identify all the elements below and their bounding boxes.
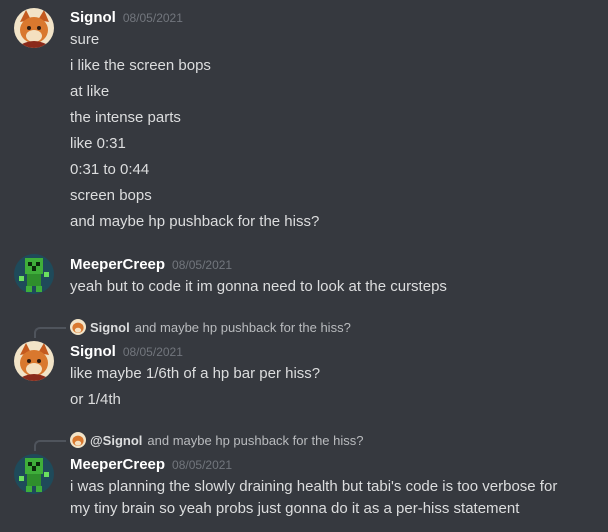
reply-text: and maybe hp pushback for the hiss? xyxy=(147,432,364,448)
reply-author: Signol xyxy=(90,319,130,335)
creeper-avatar-icon[interactable] xyxy=(14,454,54,494)
reply-text: and maybe hp pushback for the hiss? xyxy=(134,319,351,335)
timestamp: 08/05/2021 xyxy=(172,458,233,472)
reply-preview[interactable]: @Signol and maybe hp pushback for the hi… xyxy=(70,432,364,448)
message-line: like 0:31 xyxy=(70,135,126,152)
fox-avatar-icon[interactable] xyxy=(14,8,54,48)
message-line: like maybe 1/6th of a hp bar per hiss? xyxy=(70,365,321,382)
message-line: sure xyxy=(70,31,100,48)
message-line: my tiny brain so yeah probs just gonna d… xyxy=(70,500,520,517)
fox-avatar-icon xyxy=(70,432,86,448)
timestamp: 08/05/2021 xyxy=(122,11,183,25)
reply-connector xyxy=(34,327,66,338)
message-line: or 1/4th xyxy=(70,391,121,408)
message-line: i like the screen bops xyxy=(70,57,211,74)
message-line: and maybe hp pushback for the hiss? xyxy=(70,213,320,230)
author-name[interactable]: MeeperCreep 08/05/2021 xyxy=(70,256,232,273)
creeper-avatar-icon[interactable] xyxy=(14,254,54,294)
timestamp: 08/05/2021 xyxy=(122,345,183,359)
reply-preview[interactable]: Signol and maybe hp pushback for the his… xyxy=(70,319,351,335)
author-name[interactable]: MeeperCreep 08/05/2021 xyxy=(70,456,232,473)
message-line: screen bops xyxy=(70,187,152,204)
reply-connector xyxy=(34,440,66,451)
message-line: 0:31 to 0:44 xyxy=(70,161,150,178)
message-line: yeah but to code it im gonna need to loo… xyxy=(70,278,447,295)
message-line: at like xyxy=(70,83,110,100)
fox-avatar-icon[interactable] xyxy=(14,341,54,381)
author-name[interactable]: Signol 08/05/2021 xyxy=(70,343,183,360)
author-name[interactable]: Signol 08/05/2021 xyxy=(70,9,183,26)
fox-avatar-icon xyxy=(70,319,86,335)
reply-author: @Signol xyxy=(90,432,143,448)
message-line: i was planning the slowly draining healt… xyxy=(70,478,558,495)
message-line: the intense parts xyxy=(70,109,181,126)
timestamp: 08/05/2021 xyxy=(172,258,233,272)
